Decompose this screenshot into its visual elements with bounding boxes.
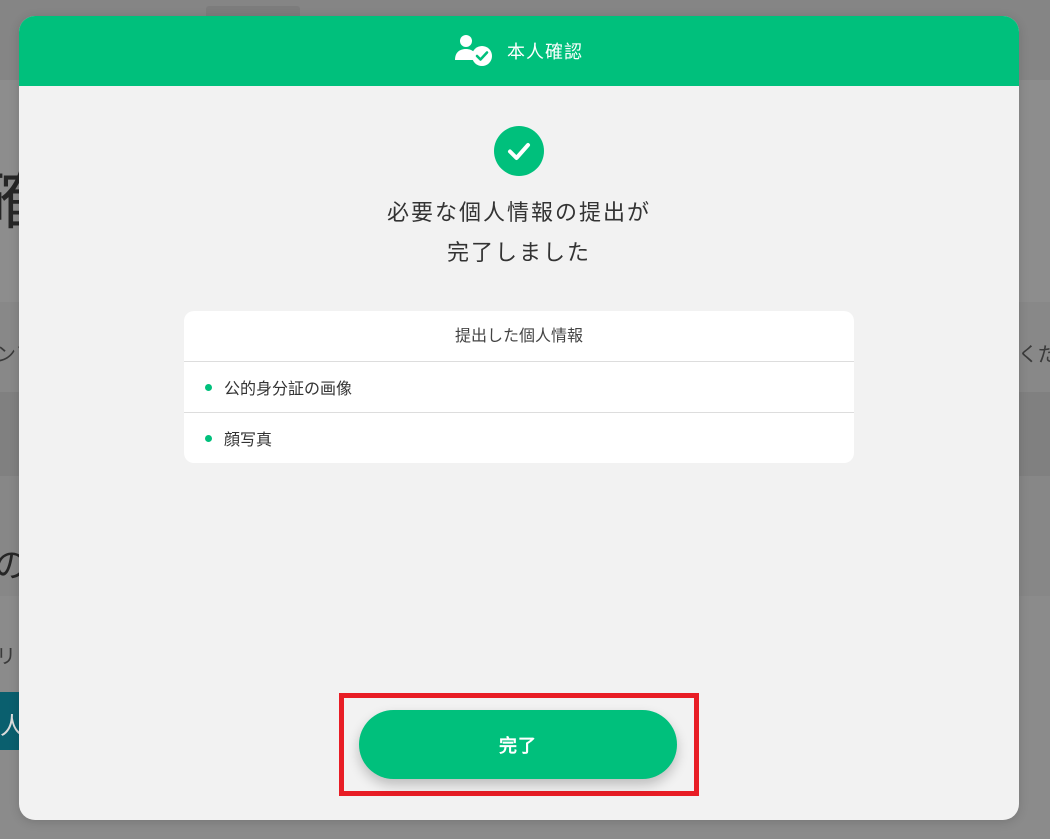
- done-button[interactable]: 完了: [359, 710, 677, 779]
- submitted-info-title: 提出した個人情報: [184, 311, 854, 362]
- background-text: くだ: [1018, 342, 1050, 366]
- list-item-label: 顔写真: [224, 430, 273, 449]
- list-item: 公的身分証の画像: [184, 362, 854, 412]
- bullet-icon: [205, 383, 212, 391]
- background-text: リ: [0, 644, 16, 668]
- checkmark-icon: [508, 143, 530, 160]
- success-check-icon: [494, 126, 544, 176]
- modal-title: 本人確認: [507, 42, 583, 63]
- modal-header: 本人確認: [19, 16, 1019, 86]
- completion-message-line-1: 必要な個人情報の提出が: [386, 201, 651, 226]
- bullet-icon: [205, 434, 212, 442]
- list-item: 顔写真: [184, 412, 854, 463]
- completion-message-line-2: 完了しました: [446, 241, 591, 266]
- identity-verification-modal: 本人確認 必要な個人情報の提出が 完了しました 提出した個人情報 公的身分証の画…: [19, 16, 1019, 820]
- completion-message: 必要な個人情報の提出が 完了しました: [19, 194, 1019, 274]
- submitted-info-card: 提出した個人情報 公的身分証の画像 顔写真: [184, 311, 854, 463]
- user-check-icon: [455, 35, 492, 66]
- list-item-label: 公的身分証の画像: [224, 379, 353, 398]
